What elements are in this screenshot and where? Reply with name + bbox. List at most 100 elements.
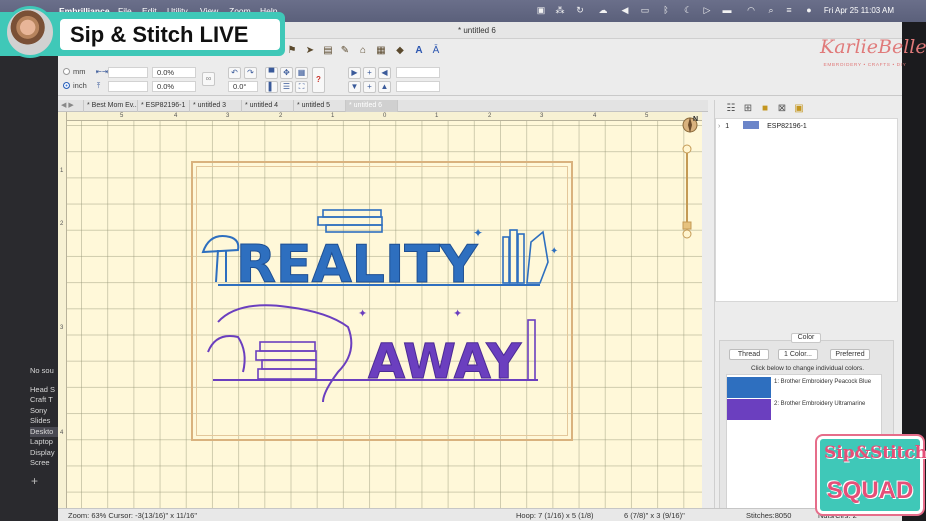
finder-item[interactable]: Display [30,448,60,459]
menubar-clock[interactable]: Fri Apr 25 11:03 AM [824,6,894,15]
height-percent-field[interactable]: 0.0% [152,81,196,92]
redo-icon[interactable]: ↷ [244,67,257,79]
nudge-left-icon[interactable]: ◀ [378,67,391,79]
tab-esp82196[interactable]: * ESP82196-1 [138,100,190,112]
bluetooth-icon[interactable]: ᛒ [661,5,671,15]
book-icon [509,229,518,284]
finder-item[interactable]: Head S [30,385,60,396]
finder-item[interactable]: No sou [30,366,60,377]
zoom-slider[interactable] [682,144,692,239]
nudge-center-icon[interactable]: + [363,81,376,93]
properties-toolbar: mm ⇤⇥ inch ⤒ 0.0% 0.0% ∞ ↶ ↷ 0.0° ▀ ✥ ▦ … [58,64,902,96]
hoop-icon[interactable]: ⌂ [357,45,369,57]
window-title: * untitled 6 [458,26,496,35]
undo-icon[interactable]: ↶ [228,67,241,79]
unit-mm-row[interactable]: mm ⇤⇥ [63,67,108,76]
finder-item[interactable]: Sony [30,406,60,417]
volume-icon[interactable]: ◀ [620,5,630,15]
tab-untitled-3[interactable]: * untitled 3 [190,100,242,112]
play-icon[interactable]: ▷ [702,5,712,15]
unit-inch-row[interactable]: inch ⤒ [63,81,100,91]
squad-logo-line2: SQUAD [826,477,914,504]
ruler-label: 3 [226,113,230,119]
rotation-field[interactable]: 0.0° [228,81,258,92]
tab-untitled-4[interactable]: * untitled 4 [242,100,294,112]
plus-icon[interactable]: + [31,474,38,488]
finder-item[interactable]: Deskto [30,426,60,437]
needle-icon[interactable]: ✎ [339,45,351,57]
status-dots-icon[interactable]: ⁂ [555,5,565,15]
hide-icon[interactable]: ⊠ [776,103,788,115]
finder-item[interactable]: Craft T [30,395,60,406]
thread-button[interactable]: Thread [729,349,769,360]
tab-best-mom[interactable]: * Best Mom Ev... [84,100,138,112]
thread-row[interactable]: 1: Brother Embroidery Peacock Blue [727,377,883,398]
nudge-plus-icon[interactable]: + [363,67,376,79]
compass-icon[interactable]: N [680,114,700,134]
thread-row[interactable]: 2: Brother Embroidery Ultramarine [727,399,883,420]
tab-nav-arrows-icon[interactable]: ◀ ▶ [58,100,84,112]
siri-icon[interactable]: ● [804,5,814,15]
width-percent-field[interactable]: 0.0% [152,67,196,78]
grid-icon[interactable]: ▦ [375,45,387,57]
eraser-icon[interactable]: ◆ [394,45,406,57]
status-sync-icon[interactable]: ↻ [575,5,585,15]
preferred-button[interactable]: Preferred [830,349,870,360]
moon-icon[interactable]: ☾ [683,5,693,15]
object-index: 1 [725,123,730,130]
live-title: Sip & Stitch LIVE [60,19,280,50]
pointer-icon[interactable]: ➤ [304,45,316,57]
battery-icon[interactable]: ▬ [722,5,732,15]
finder-item[interactable]: Scree [30,458,60,469]
wand-icon[interactable]: ⚑ [286,45,298,57]
wifi-icon[interactable]: ◠ [746,5,756,15]
inch-radio[interactable] [63,82,70,89]
list-view-icon[interactable]: ☷ [725,103,737,115]
help-icon[interactable]: ? [312,67,325,93]
lock-icon[interactable]: ■ [759,103,771,115]
y-field[interactable] [396,81,440,92]
control-center-icon[interactable]: ≡ [784,5,794,15]
search-icon[interactable]: ⌕ [766,5,776,15]
display-icon[interactable]: ▭ [640,5,650,15]
finder-item[interactable]: Slides [30,416,60,427]
object-row[interactable]: › 1 ESP82196-1 [718,121,807,133]
text-tool-icon[interactable]: A [413,45,425,57]
book-icon [502,236,510,284]
sparkle-icon: ✦ [358,308,367,320]
mm-radio[interactable] [63,68,70,75]
frame-icon[interactable]: ▤ [322,45,334,57]
height-field[interactable] [108,81,148,92]
align-left-icon[interactable]: ▌ [265,81,278,93]
cloud-icon[interactable]: ☁ [598,5,608,15]
tab-untitled-5[interactable]: * untitled 5 [294,100,346,112]
design-canvas[interactable]: 5 4 3 2 1 0 1 2 3 4 5 1 2 3 4 REALITY ✦ … [58,112,702,509]
thread-swatch[interactable] [727,399,771,420]
width-field[interactable] [108,67,148,78]
align-center-icon[interactable]: ✥ [280,67,293,79]
group-view-icon[interactable]: ⊞ [742,103,754,115]
thread-swatch[interactable] [727,377,771,398]
expand-chevron-icon[interactable]: › [718,123,720,130]
color-tab[interactable]: Color [791,333,821,343]
align-top-icon[interactable]: ▀ [265,67,278,79]
group-icon[interactable]: ⛶ [295,81,308,93]
align-middle-icon[interactable]: ☰ [280,81,293,93]
embroidery-design[interactable]: REALITY ✦ ✦ ✦ ✦ AWAY [198,202,558,402]
document-tabs: ◀ ▶ * Best Mom Ev... * ESP82196-1 * unti… [58,100,708,112]
lock-aspect-icon[interactable]: ∞ [202,72,215,86]
nudge-down-icon[interactable]: ▼ [348,81,361,93]
book-icon [259,341,316,352]
ruler-label: 2 [488,113,492,119]
finder-item[interactable]: Laptop [30,437,60,448]
nudge-right-icon[interactable]: ▶ [348,67,361,79]
tab-untitled-6[interactable]: * untitled 6 [346,100,398,112]
one-color-button[interactable]: 1 Color... [778,349,818,360]
monogram-icon[interactable]: Ā [430,45,442,57]
folder-icon[interactable]: ▣ [793,103,805,115]
nudge-up-icon[interactable]: ▲ [378,81,391,93]
status-n-icon[interactable]: ▣ [536,5,546,15]
distribute-icon[interactable]: ▦ [295,67,308,79]
x-field[interactable] [396,67,440,78]
ruler-label: 0 [383,113,387,119]
